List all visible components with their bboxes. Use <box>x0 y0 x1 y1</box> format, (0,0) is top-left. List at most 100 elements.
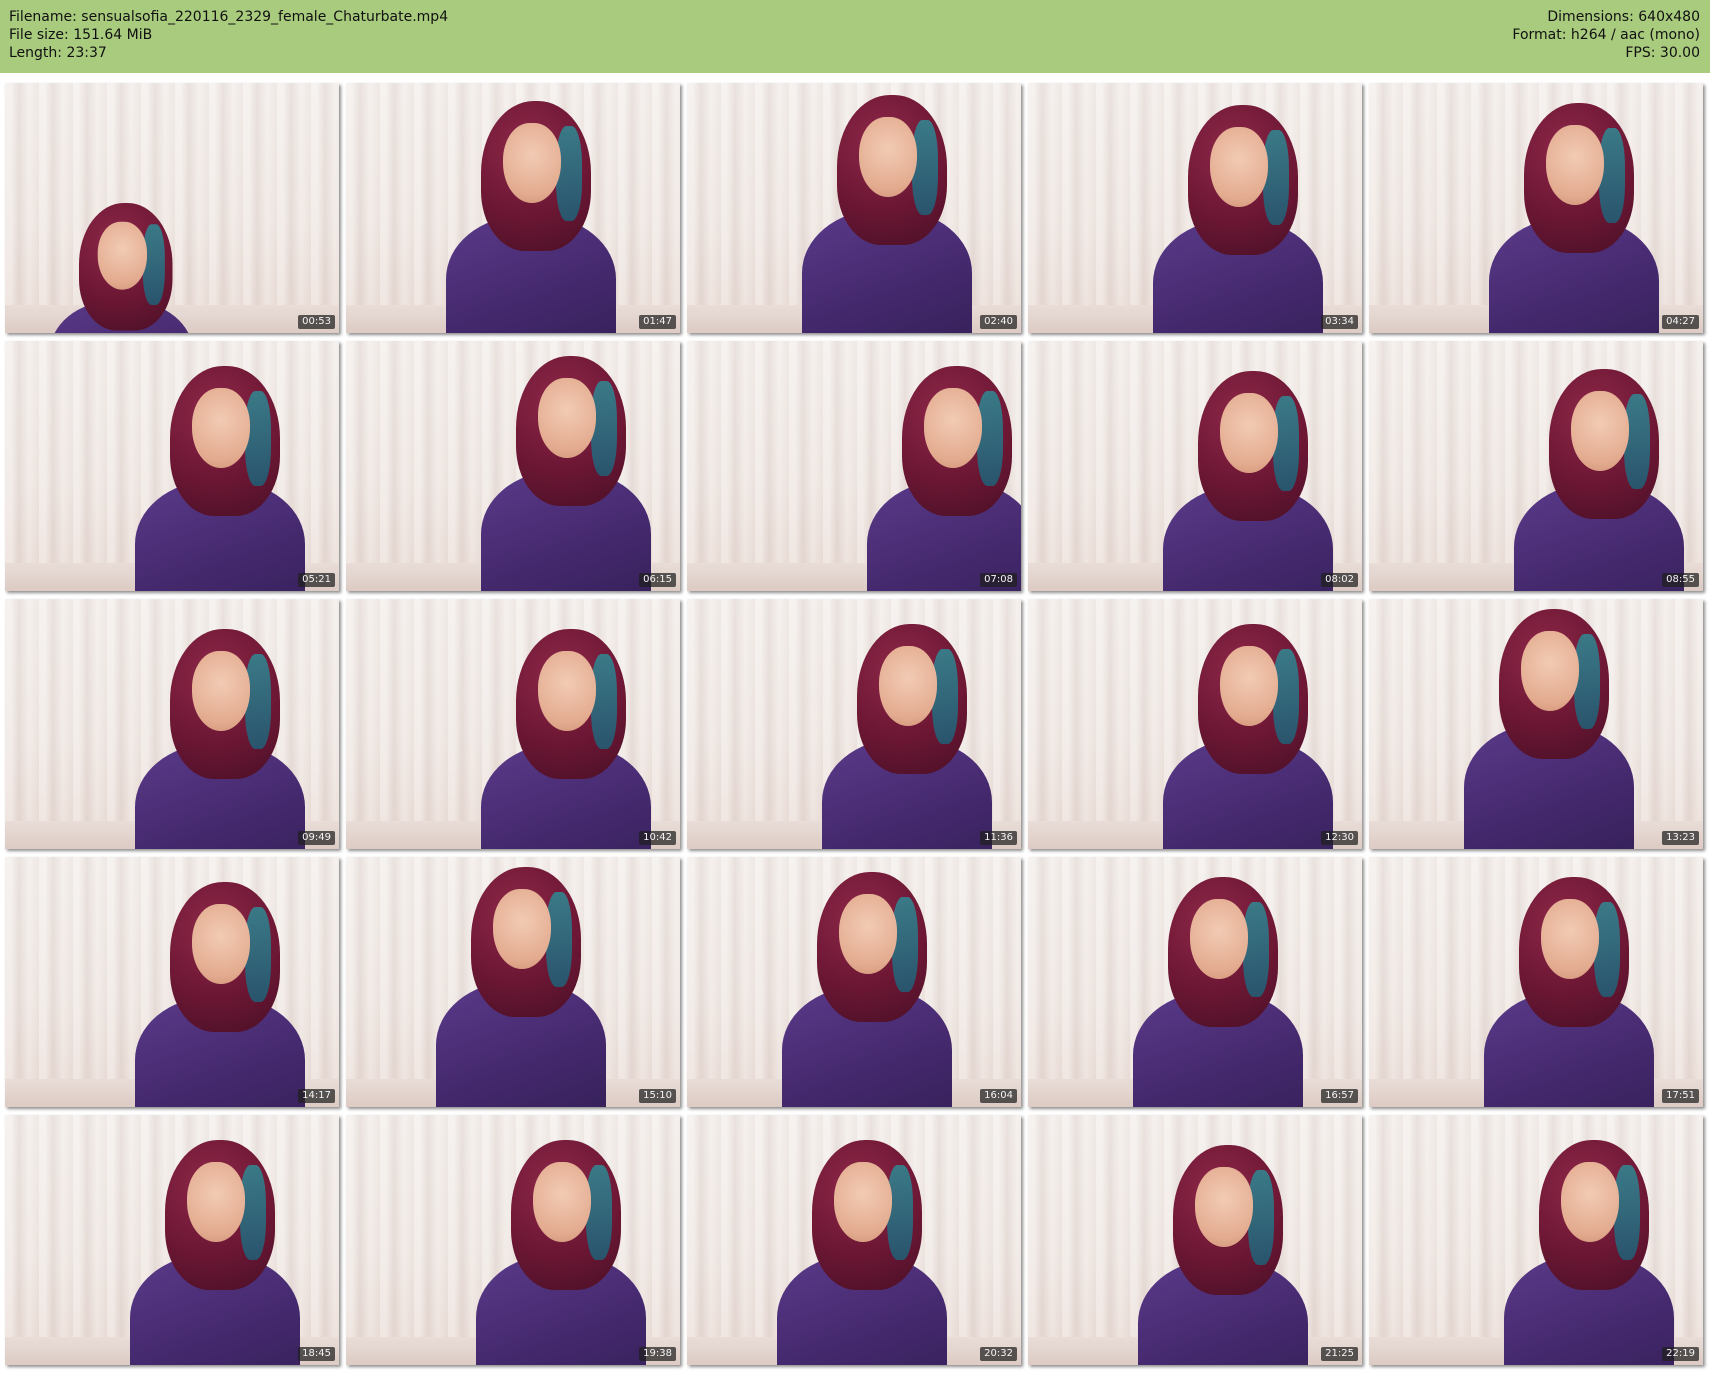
face <box>834 1162 892 1242</box>
person-figure <box>1148 105 1338 333</box>
timestamp-label: 14:17 <box>298 1089 335 1103</box>
thumbnail-frame[interactable]: 19:38 <box>346 1115 680 1365</box>
thumbnail-frame[interactable]: 16:57 <box>1028 857 1362 1107</box>
face <box>1220 393 1278 473</box>
person-figure <box>1499 1140 1689 1365</box>
thumbnail-frame[interactable]: 10:42 <box>346 599 680 849</box>
timestamp-label: 19:38 <box>639 1347 676 1361</box>
timestamp-label: 17:51 <box>1662 1089 1699 1103</box>
person-figure <box>1479 877 1669 1107</box>
person-figure <box>1158 371 1348 591</box>
timestamp-label: 12:30 <box>1321 831 1358 845</box>
person-figure <box>1133 1145 1323 1365</box>
thumbnail-frame[interactable]: 17:51 <box>1369 857 1703 1107</box>
person-figure <box>1128 877 1318 1107</box>
timestamp-label: 02:40 <box>980 315 1017 329</box>
thumbnail-frame[interactable]: 13:23 <box>1369 599 1703 849</box>
format-text: Format: h264 / aac (mono) <box>1512 27 1700 43</box>
timestamp-label: 16:57 <box>1321 1089 1358 1103</box>
person-figure <box>862 366 1021 591</box>
person-figure <box>1459 609 1649 849</box>
video-info: Dimensions: 640x480 Format: h264 / aac (… <box>1512 8 1700 62</box>
filesize-text: File size: 151.64 MiB <box>9 27 153 43</box>
thumbnail-frame[interactable]: 14:17 <box>5 857 339 1107</box>
thumbnail-frame[interactable]: 05:21 <box>5 341 339 591</box>
timestamp-label: 01:47 <box>639 315 676 329</box>
face <box>97 221 147 290</box>
thumbnail-frame[interactable]: 21:25 <box>1028 1115 1362 1365</box>
timestamp-label: 03:34 <box>1321 315 1358 329</box>
dimensions-text: Dimensions: 640x480 <box>1547 9 1700 25</box>
person-figure <box>772 1140 962 1365</box>
thumbnail-frame[interactable]: 01:47 <box>346 83 680 333</box>
person-figure <box>471 1140 661 1365</box>
person-figure <box>476 629 666 849</box>
face <box>879 646 937 726</box>
face <box>1210 127 1268 207</box>
timestamp-label: 00:53 <box>298 315 335 329</box>
person-figure <box>1484 103 1674 333</box>
thumbnail-frame[interactable]: 06:15 <box>346 341 680 591</box>
timestamp-label: 11:36 <box>980 831 1017 845</box>
person-figure <box>125 1140 315 1365</box>
thumbnail-frame[interactable]: 08:02 <box>1028 341 1362 591</box>
person-figure <box>130 882 320 1107</box>
face <box>1521 631 1579 711</box>
face <box>538 651 596 731</box>
timestamp-label: 20:32 <box>980 1347 1017 1361</box>
face <box>538 378 596 458</box>
face <box>1541 899 1599 979</box>
person-figure <box>777 872 967 1107</box>
face <box>1546 125 1604 205</box>
face <box>192 904 250 984</box>
thumbnail-frame[interactable]: 09:49 <box>5 599 339 849</box>
timestamp-label: 08:55 <box>1662 573 1699 587</box>
thumbnail-frame[interactable]: 22:19 <box>1369 1115 1703 1365</box>
timestamp-label: 16:04 <box>980 1089 1017 1103</box>
timestamp-label: 06:15 <box>639 573 676 587</box>
thumbnail-frame[interactable]: 02:40 <box>687 83 1021 333</box>
person-figure <box>130 629 320 849</box>
person-figure <box>130 366 320 591</box>
metadata-header: Filename: sensualsofia_220116_2329_femal… <box>0 0 1710 73</box>
timestamp-label: 21:25 <box>1321 1347 1358 1361</box>
timestamp-label: 08:02 <box>1321 573 1358 587</box>
face <box>859 117 917 197</box>
person-figure <box>1509 369 1699 591</box>
timestamp-label: 05:21 <box>298 573 335 587</box>
face <box>1195 1167 1253 1247</box>
fps-text: FPS: 30.00 <box>1625 45 1700 61</box>
face <box>192 388 250 468</box>
face <box>533 1162 591 1242</box>
thumbnail-frame[interactable]: 15:10 <box>346 857 680 1107</box>
face <box>839 894 897 974</box>
thumbnail-frame[interactable]: 18:45 <box>5 1115 339 1365</box>
person-figure <box>431 867 621 1107</box>
face <box>924 388 982 468</box>
timestamp-label: 13:23 <box>1662 831 1699 845</box>
filename-text: Filename: sensualsofia_220116_2329_femal… <box>9 9 449 25</box>
length-text: Length: 23:37 <box>9 45 107 61</box>
thumbnail-frame[interactable]: 00:53 <box>5 83 339 333</box>
thumbnail-frame[interactable]: 20:32 <box>687 1115 1021 1365</box>
person-figure <box>797 95 987 333</box>
person-figure <box>1158 624 1348 849</box>
thumbnail-frame[interactable]: 11:36 <box>687 599 1021 849</box>
thumbnail-frame[interactable]: 03:34 <box>1028 83 1362 333</box>
person-figure <box>817 624 1007 849</box>
face <box>1220 646 1278 726</box>
thumbnail-frame[interactable]: 12:30 <box>1028 599 1362 849</box>
timestamp-label: 09:49 <box>298 831 335 845</box>
timestamp-label: 07:08 <box>980 573 1017 587</box>
file-info: Filename: sensualsofia_220116_2329_femal… <box>9 8 448 62</box>
thumbnail-frame[interactable]: 16:04 <box>687 857 1021 1107</box>
thumbnail-grid: 00:53 01:47 02:40 03:34 04:27 05:21 06:15 07:08… <box>5 83 1703 1365</box>
timestamp-label: 15:10 <box>639 1089 676 1103</box>
timestamp-label: 22:19 <box>1662 1347 1699 1361</box>
face <box>192 651 250 731</box>
thumbnail-frame[interactable]: 04:27 <box>1369 83 1703 333</box>
face <box>1571 391 1629 471</box>
thumbnail-frame[interactable]: 07:08 <box>687 341 1021 591</box>
thumbnail-frame[interactable]: 08:55 <box>1369 341 1703 591</box>
person-figure <box>45 203 207 333</box>
